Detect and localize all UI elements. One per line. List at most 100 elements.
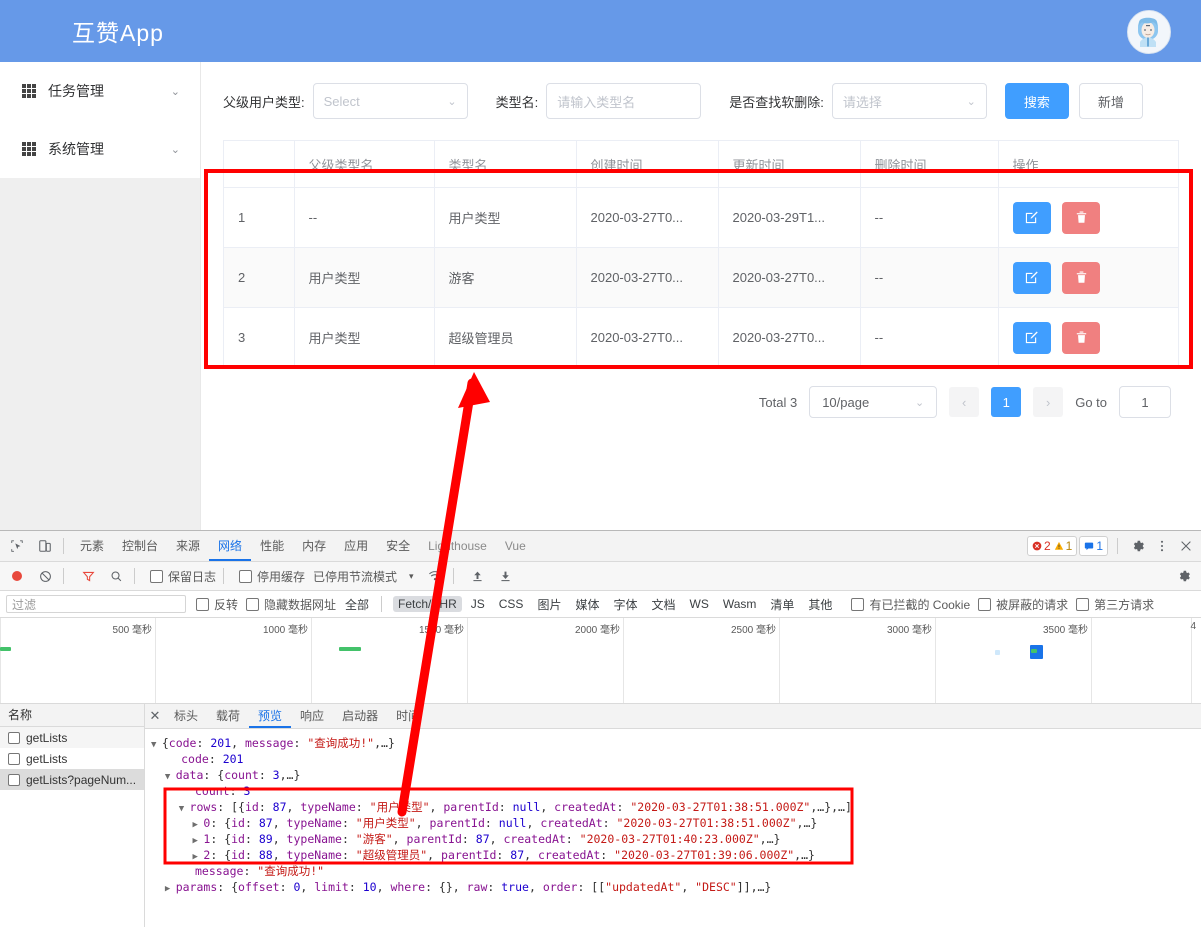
blocked-cookies-checkbox[interactable]: 有已拦截的 Cookie xyxy=(851,596,970,613)
filter-type-other[interactable]: 其他 xyxy=(803,595,837,614)
search-button[interactable]: 搜索 xyxy=(1004,83,1069,119)
filter-type-ws[interactable]: WS xyxy=(685,596,714,612)
tab-security[interactable]: 安全 xyxy=(377,532,419,561)
filter-icon[interactable] xyxy=(77,565,99,587)
json-line[interactable]: ▼ rows: [{id: 87, typeName: "用户类型", pare… xyxy=(151,799,1201,815)
export-har-icon[interactable] xyxy=(495,565,517,587)
clear-icon[interactable] xyxy=(34,565,56,587)
tab-memory[interactable]: 内存 xyxy=(293,532,335,561)
record-icon[interactable] xyxy=(6,565,28,587)
delete-button[interactable] xyxy=(1062,261,1101,294)
edit-button[interactable] xyxy=(1012,201,1051,234)
network-conditions-icon[interactable] xyxy=(424,565,446,587)
message-badge[interactable]: 1 xyxy=(1084,539,1103,553)
kebab-menu-icon[interactable] xyxy=(1151,535,1173,557)
page-number-1[interactable]: 1 xyxy=(991,387,1022,417)
tab-sources[interactable]: 来源 xyxy=(167,532,209,561)
close-icon[interactable] xyxy=(1175,535,1197,557)
search-icon[interactable] xyxy=(105,565,127,587)
json-line[interactable]: ▼ data: {count: 3,…} xyxy=(151,767,1201,783)
blocked-requests-checkbox[interactable]: 被屏蔽的请求 xyxy=(978,596,1068,613)
gear-icon[interactable] xyxy=(1127,535,1149,557)
divider xyxy=(223,568,225,584)
tab-initiator[interactable]: 启动器 xyxy=(333,705,387,728)
goto-input[interactable]: 1 xyxy=(1119,386,1171,418)
next-page-button[interactable]: › xyxy=(1033,387,1064,417)
tab-performance[interactable]: 性能 xyxy=(251,532,293,561)
filter-type-doc[interactable]: 文档 xyxy=(646,595,680,614)
expand-triangle-open-icon[interactable]: ▼ xyxy=(179,804,190,814)
page-size-select[interactable]: 10/page ⌄ xyxy=(809,386,938,418)
expand-triangle-open-icon[interactable]: ▼ xyxy=(165,772,176,782)
tab-headers[interactable]: 标头 xyxy=(165,705,207,728)
filter-type-js[interactable]: JS xyxy=(466,596,490,612)
sidebar-item-system-management[interactable]: 系统管理 ⌄ xyxy=(0,120,200,178)
hide-data-urls-checkbox[interactable]: 隐藏数据网址 xyxy=(246,596,336,613)
json-line[interactable]: ▶ 0: {id: 87, typeName: "用户类型", parentId… xyxy=(151,815,1201,831)
filter-type-img[interactable]: 图片 xyxy=(532,595,566,614)
disable-cache-checkbox[interactable]: 停用缓存 xyxy=(239,568,305,585)
json-line[interactable]: ▶ 2: {id: 88, typeName: "超级管理员", parentI… xyxy=(151,847,1201,863)
json-line[interactable]: ▼ {code: 201, message: "查询成功!",…} xyxy=(151,735,1201,751)
preserve-log-checkbox[interactable]: 保留日志 xyxy=(150,568,216,585)
json-line[interactable]: count: 3 xyxy=(151,783,1201,799)
json-line[interactable]: ▶ params: {offset: 0, limit: 10, where: … xyxy=(151,879,1201,895)
soft-delete-select[interactable]: 请选择 ⌄ xyxy=(831,83,987,119)
type-name-input[interactable]: 请输入类型名 xyxy=(546,83,702,119)
edit-button[interactable] xyxy=(1012,261,1051,294)
tab-network[interactable]: 网络 xyxy=(209,532,251,561)
request-row-1[interactable]: getLists xyxy=(0,727,144,748)
request-row-2[interactable]: getLists xyxy=(0,748,144,769)
tab-timing[interactable]: 时间 xyxy=(387,705,429,728)
request-row-3[interactable]: getLists?pageNum... xyxy=(0,769,144,790)
issue-badges[interactable]: 2 1 xyxy=(1026,536,1078,556)
filter-type-all[interactable]: 全部 xyxy=(340,595,374,614)
avatar[interactable] xyxy=(1127,10,1171,54)
prev-page-button[interactable]: ‹ xyxy=(949,387,980,417)
sidebar-item-task-management[interactable]: 任务管理 ⌄ xyxy=(0,62,200,120)
filter-type-font[interactable]: 字体 xyxy=(608,595,642,614)
gear-icon[interactable] xyxy=(1173,565,1195,587)
tab-lighthouse[interactable]: Lighthouse xyxy=(419,532,496,561)
filter-type-fetch-xhr[interactable]: Fetch/XHR xyxy=(393,596,462,612)
filter-type-manifest[interactable]: 清单 xyxy=(765,595,799,614)
warning-badge[interactable]: 1 xyxy=(1054,539,1072,553)
inspect-element-icon[interactable] xyxy=(6,535,28,557)
tab-preview[interactable]: 预览 xyxy=(249,705,291,728)
message-badge-group[interactable]: 1 xyxy=(1079,536,1108,556)
device-toolbar-icon[interactable] xyxy=(34,535,56,557)
invert-checkbox[interactable]: 反转 xyxy=(196,596,238,613)
network-filter-input[interactable]: 过滤 xyxy=(6,595,186,613)
tab-response[interactable]: 响应 xyxy=(291,705,333,728)
expand-triangle-closed-icon[interactable]: ▶ xyxy=(193,852,204,862)
json-line[interactable]: code: 201 xyxy=(151,751,1201,767)
network-timeline-overview[interactable]: 500 毫秒 1000 毫秒 1500 毫秒 2000 毫秒 2500 毫秒 3… xyxy=(0,618,1201,704)
delete-button[interactable] xyxy=(1062,201,1101,234)
json-line[interactable]: ▶ 1: {id: 89, typeName: "游客", parentId: … xyxy=(151,831,1201,847)
network-controls-bar: 保留日志 停用缓存 已停用节流模式 ▾ xyxy=(0,562,1201,591)
add-button[interactable]: 新增 xyxy=(1078,83,1143,119)
delete-button[interactable] xyxy=(1062,321,1101,354)
filter-type-css[interactable]: CSS xyxy=(494,596,529,612)
expand-triangle-closed-icon[interactable]: ▶ xyxy=(165,884,176,894)
tab-console[interactable]: 控制台 xyxy=(113,532,167,561)
parent-type-select[interactable]: Select ⌄ xyxy=(312,83,468,119)
close-icon[interactable]: ✕ xyxy=(145,708,165,724)
tab-elements[interactable]: 元素 xyxy=(71,532,113,561)
third-party-checkbox[interactable]: 第三方请求 xyxy=(1076,596,1154,613)
expand-triangle-open-icon[interactable]: ▼ xyxy=(151,740,162,750)
th-type-name: 类型名 xyxy=(434,141,577,188)
import-har-icon[interactable] xyxy=(467,565,489,587)
expand-triangle-closed-icon[interactable]: ▶ xyxy=(193,820,204,830)
filter-type-wasm[interactable]: Wasm xyxy=(718,596,762,612)
json-line[interactable]: message: "查询成功!" xyxy=(151,863,1201,879)
throttling-select[interactable]: 已停用节流模式 ▾ xyxy=(313,568,414,585)
json-preview-viewer[interactable]: ▼ {code: 201, message: "查询成功!",…} code: … xyxy=(145,729,1201,895)
tab-application[interactable]: 应用 xyxy=(335,532,377,561)
tab-payload[interactable]: 载荷 xyxy=(207,705,249,728)
tab-vue[interactable]: Vue xyxy=(496,532,535,561)
edit-button[interactable] xyxy=(1012,321,1051,354)
error-badge[interactable]: 2 xyxy=(1032,539,1051,553)
expand-triangle-closed-icon[interactable]: ▶ xyxy=(193,836,204,846)
filter-type-media[interactable]: 媒体 xyxy=(570,595,604,614)
